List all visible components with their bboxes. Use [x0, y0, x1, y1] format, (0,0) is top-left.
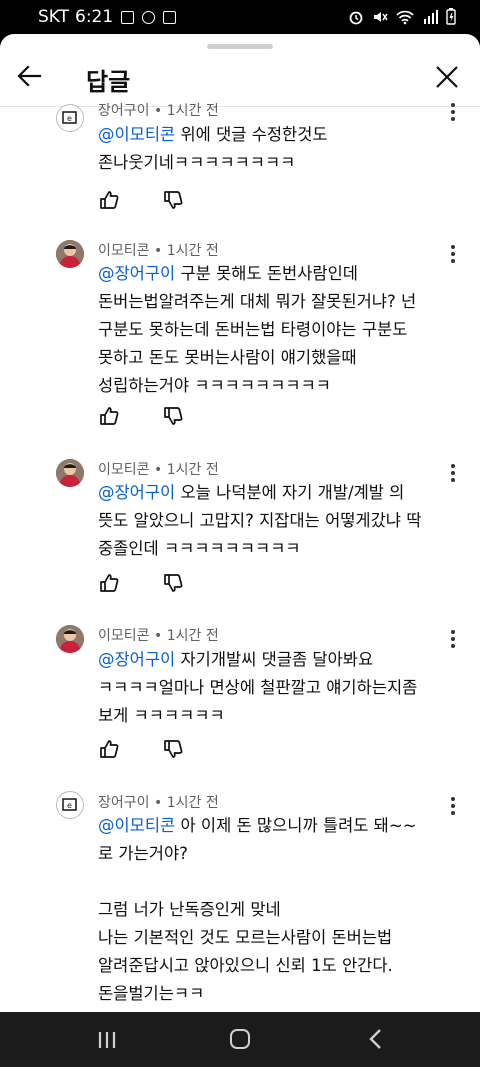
- comment-meta: 장어구이 • 1시간 전: [98, 100, 219, 120]
- comment-text: @장어구이 오늘 나덕분에 자기 개발/계발 의 뜻도 알았으니 고맙지? 지잡…: [98, 479, 458, 563]
- author-name[interactable]: 장어구이: [98, 103, 150, 119]
- status-right: [348, 8, 456, 25]
- back-arrow-icon[interactable]: [14, 60, 46, 92]
- profile-photo-icon: [56, 625, 84, 653]
- system-nav-bar: [0, 1012, 480, 1067]
- like-icon[interactable]: [98, 572, 120, 594]
- comment-time: 1시간 전: [166, 243, 219, 259]
- clock: 6:21: [75, 7, 114, 27]
- carrier-label: SKT: [38, 7, 70, 27]
- channel-avatar[interactable]: e: [56, 791, 84, 819]
- author-name[interactable]: 이모티콘: [98, 462, 150, 478]
- meta-separator: •: [149, 243, 167, 259]
- battery-icon: [446, 8, 456, 25]
- comment-meta: 이모티콘 • 1시간 전: [98, 240, 219, 260]
- sheet-title: 답글: [86, 68, 131, 96]
- author-name[interactable]: 이모티콘: [98, 243, 150, 259]
- mention-link[interactable]: @장어구이: [98, 483, 175, 502]
- sheet-header: 답글: [0, 52, 480, 104]
- replies-sheet: 답글 e 장어구이 • 1시간 전 @이모티콘 위에 댓글 수정한것도 존나웃기…: [0, 34, 480, 1012]
- status-left: SKT 6:21: [38, 7, 177, 27]
- mention-link[interactable]: @장어구이: [98, 264, 175, 283]
- nav-back-icon[interactable]: [368, 1028, 384, 1050]
- comment-body: 구분 못해도 돈번사람인데 돈버는법알려주는게 대체 뭐가 잘못된거냐? 넌 구…: [98, 264, 417, 395]
- comment-text: @이모티콘 위에 댓글 수정한것도 존나웃기네ㅋㅋㅋㅋㅋㅋㅋㅋ: [98, 121, 458, 177]
- dnd-notification-icon: [142, 10, 156, 24]
- drag-handle[interactable]: [207, 44, 273, 49]
- comment-meta: 장어구이 • 1시간 전: [98, 792, 219, 812]
- meta-separator: •: [149, 103, 167, 119]
- comment-time: 1시간 전: [166, 103, 219, 119]
- wifi-icon: [396, 10, 414, 24]
- comment-time: 1시간 전: [166, 628, 219, 644]
- comment-body: 아 이제 돈 많으니까 틀려도 돼~~ 로 가는거야? 그럼 너가 난독증인게 …: [98, 816, 417, 1003]
- user-avatar[interactable]: [56, 459, 84, 487]
- dislike-icon[interactable]: [162, 405, 184, 427]
- meta-separator: •: [149, 462, 167, 478]
- like-icon[interactable]: [98, 738, 120, 760]
- more-options-icon[interactable]: [450, 102, 456, 122]
- recent-apps-icon[interactable]: [97, 1030, 117, 1050]
- mention-link[interactable]: @이모티콘: [98, 816, 175, 835]
- channel-logo-icon: e: [62, 798, 77, 811]
- comment-text: @이모티콘 아 이제 돈 많으니까 틀려도 돼~~ 로 가는거야? 그럼 너가 …: [98, 812, 458, 1012]
- author-name[interactable]: 이모티콘: [98, 628, 150, 644]
- profile-photo-icon: [56, 240, 84, 268]
- author-name[interactable]: 장어구이: [98, 795, 150, 811]
- dislike-icon[interactable]: [162, 189, 184, 211]
- mention-link[interactable]: @장어구이: [98, 650, 175, 669]
- svg-text:e: e: [67, 114, 72, 123]
- comment-time: 1시간 전: [166, 462, 219, 478]
- comment-time: 1시간 전: [166, 795, 219, 811]
- gallery-notification-icon: [121, 10, 135, 24]
- comment-text: @장어구이 구분 못해도 돈번사람인데 돈버는법알려주는게 대체 뭐가 잘못된거…: [98, 260, 458, 400]
- dislike-icon[interactable]: [162, 572, 184, 594]
- alarm-icon: [349, 11, 363, 24]
- home-button[interactable]: [230, 1029, 250, 1049]
- comment-meta: 이모티콘 • 1시간 전: [98, 459, 219, 479]
- user-avatar[interactable]: [56, 240, 84, 268]
- signal-icon: [424, 9, 438, 24]
- dislike-icon[interactable]: [162, 738, 184, 760]
- meta-separator: •: [149, 628, 167, 644]
- mention-link[interactable]: @이모티콘: [98, 125, 175, 144]
- user-avatar[interactable]: [56, 625, 84, 653]
- app-notification-icon: [163, 10, 177, 24]
- channel-logo-icon: e: [62, 111, 77, 124]
- comment-text: @장어구이 자기개발씨 댓글좀 달아봐요 ㅋㅋㅋㅋ얼마나 면상에 철판깔고 얘기…: [98, 646, 458, 730]
- close-icon[interactable]: [430, 60, 464, 94]
- meta-separator: •: [149, 795, 167, 811]
- profile-photo-icon: [56, 459, 84, 487]
- svg-text:e: e: [67, 801, 72, 810]
- like-icon[interactable]: [98, 405, 120, 427]
- like-icon[interactable]: [98, 189, 120, 211]
- mute-icon: [374, 11, 388, 22]
- status-bar: SKT 6:21: [0, 0, 480, 34]
- comment-meta: 이모티콘 • 1시간 전: [98, 625, 219, 645]
- channel-avatar[interactable]: e: [56, 104, 84, 132]
